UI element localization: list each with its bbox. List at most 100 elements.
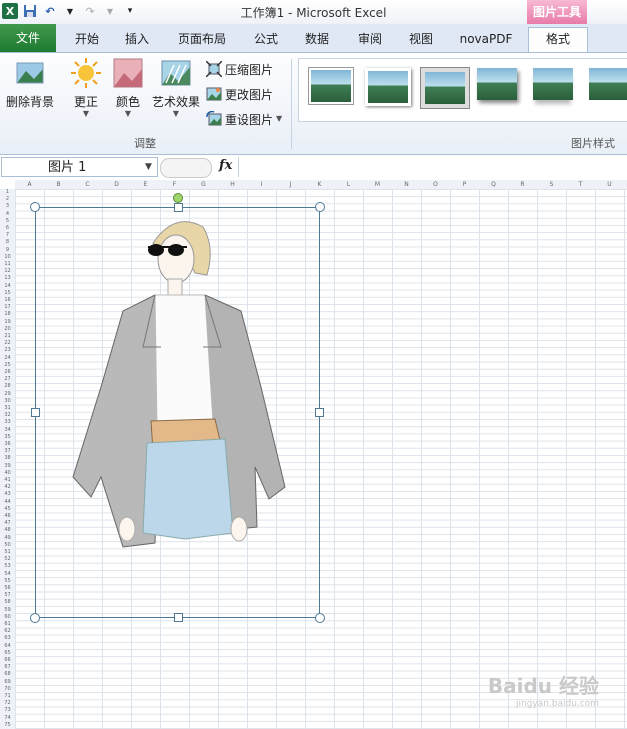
row-header[interactable]: 44	[0, 499, 15, 506]
row-header[interactable]: 53	[0, 563, 15, 570]
row-header[interactable]: 5	[0, 218, 15, 225]
row-header[interactable]: 12	[0, 268, 15, 275]
row-header[interactable]: 74	[0, 715, 15, 722]
row-header[interactable]: 49	[0, 535, 15, 542]
row-header[interactable]: 3	[0, 203, 15, 210]
name-box-dropdown-icon[interactable]: ▼	[145, 162, 152, 172]
column-header[interactable]: P	[450, 180, 479, 189]
resize-handle-se[interactable]	[315, 613, 325, 623]
row-header[interactable]: 24	[0, 355, 15, 362]
column-header[interactable]: G	[189, 180, 218, 189]
column-header[interactable]: R	[508, 180, 537, 189]
row-header[interactable]: 19	[0, 319, 15, 326]
column-header[interactable]: U	[595, 180, 624, 189]
tab-novapdf[interactable]: novaPDF	[455, 28, 517, 50]
row-header[interactable]: 59	[0, 607, 15, 614]
row-header[interactable]: 40	[0, 470, 15, 477]
tab-view[interactable]: 视图	[401, 28, 441, 50]
row-header[interactable]: 45	[0, 506, 15, 513]
change-picture-button[interactable]: 更改图片	[206, 84, 273, 104]
row-header[interactable]: 42	[0, 484, 15, 491]
column-header[interactable]: Q	[479, 180, 508, 189]
row-header[interactable]: 46	[0, 513, 15, 520]
row-header[interactable]: 71	[0, 693, 15, 700]
row-header[interactable]: 10	[0, 254, 15, 261]
row-header[interactable]: 27	[0, 376, 15, 383]
name-box[interactable]: 图片 1	[1, 157, 158, 177]
column-header[interactable]: M	[363, 180, 392, 189]
row-header[interactable]: 66	[0, 657, 15, 664]
formula-bar-handle[interactable]	[160, 158, 212, 178]
column-header[interactable]: S	[537, 180, 566, 189]
row-header[interactable]: 7	[0, 232, 15, 239]
row-header[interactable]: 8	[0, 239, 15, 246]
row-header[interactable]: 65	[0, 650, 15, 657]
resize-handle-nw[interactable]	[30, 202, 40, 212]
column-header[interactable]: K	[305, 180, 334, 189]
tab-format[interactable]: 格式	[528, 27, 588, 52]
column-header[interactable]: D	[102, 180, 131, 189]
insert-function-icon[interactable]: fx	[219, 158, 232, 173]
row-header[interactable]: 38	[0, 455, 15, 462]
style-thumbnail[interactable]	[589, 68, 627, 100]
column-header[interactable]: A	[15, 180, 44, 189]
row-header[interactable]: 32	[0, 412, 15, 419]
row-header[interactable]: 9	[0, 247, 15, 254]
row-header[interactable]: 36	[0, 441, 15, 448]
row-header[interactable]: 67	[0, 664, 15, 671]
column-header[interactable]: O	[421, 180, 450, 189]
row-header[interactable]: 11	[0, 261, 15, 268]
resize-handle-w[interactable]	[31, 408, 40, 417]
row-header[interactable]: 60	[0, 614, 15, 621]
remove-background-button[interactable]: 删除背景	[4, 57, 56, 110]
resize-handle-ne[interactable]	[315, 202, 325, 212]
row-header[interactable]: 61	[0, 621, 15, 628]
style-thumbnail[interactable]	[309, 68, 353, 104]
row-header[interactable]: 70	[0, 686, 15, 693]
column-header[interactable]: F	[160, 180, 189, 189]
row-header[interactable]: 37	[0, 448, 15, 455]
tab-data[interactable]: 数据	[297, 28, 337, 50]
row-header[interactable]: 64	[0, 643, 15, 650]
row-header[interactable]: 23	[0, 347, 15, 354]
row-header[interactable]: 25	[0, 362, 15, 369]
row-header[interactable]: 21	[0, 333, 15, 340]
tab-insert[interactable]: 插入	[117, 28, 157, 50]
row-header[interactable]: 50	[0, 542, 15, 549]
row-header[interactable]: 15	[0, 290, 15, 297]
row-header[interactable]: 68	[0, 671, 15, 678]
row-header[interactable]: 52	[0, 556, 15, 563]
row-header[interactable]: 41	[0, 477, 15, 484]
style-thumbnail[interactable]	[421, 68, 469, 108]
column-header[interactable]: E	[131, 180, 160, 189]
compress-pictures-button[interactable]: 压缩图片	[206, 59, 273, 79]
column-header[interactable]: J	[276, 180, 305, 189]
row-header[interactable]: 18	[0, 311, 15, 318]
row-header[interactable]: 72	[0, 700, 15, 707]
row-header[interactable]: 33	[0, 419, 15, 426]
row-header[interactable]: 63	[0, 635, 15, 642]
row-header[interactable]: 48	[0, 527, 15, 534]
row-header[interactable]: 26	[0, 369, 15, 376]
corrections-button[interactable]: 更正 ▼	[68, 57, 104, 118]
column-header[interactable]: I	[247, 180, 276, 189]
reset-picture-button[interactable]: 重设图片 ▼	[206, 109, 282, 129]
row-header[interactable]: 34	[0, 427, 15, 434]
row-header[interactable]: 58	[0, 599, 15, 606]
row-header[interactable]: 22	[0, 340, 15, 347]
column-header[interactable]: N	[392, 180, 421, 189]
style-thumbnail[interactable]	[365, 68, 411, 106]
resize-handle-s[interactable]	[174, 613, 183, 622]
row-header[interactable]: 29	[0, 391, 15, 398]
row-header[interactable]: 1	[0, 189, 15, 196]
row-header[interactable]: 30	[0, 398, 15, 405]
row-header[interactable]: 69	[0, 679, 15, 686]
column-header[interactable]: H	[218, 180, 247, 189]
row-header[interactable]: 16	[0, 297, 15, 304]
style-thumbnail[interactable]	[477, 68, 517, 100]
row-header[interactable]: 2	[0, 196, 15, 203]
row-header[interactable]: 54	[0, 571, 15, 578]
column-header[interactable]: C	[73, 180, 102, 189]
column-header[interactable]: T	[566, 180, 595, 189]
row-header[interactable]: 14	[0, 283, 15, 290]
